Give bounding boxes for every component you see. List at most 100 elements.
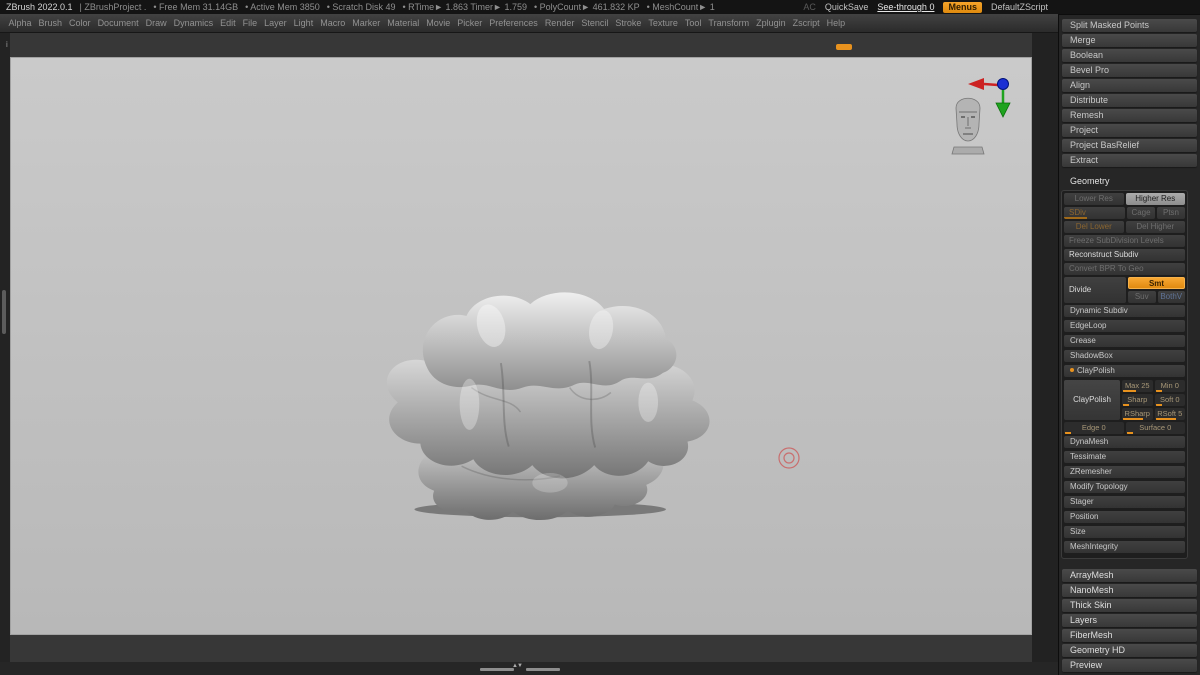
menu-alpha[interactable]: Alpha [5, 18, 35, 28]
section-position[interactable]: Position [1064, 511, 1185, 523]
menu-file[interactable]: File [239, 18, 261, 28]
menu-macro[interactable]: Macro [317, 18, 349, 28]
menu-light[interactable]: Light [290, 18, 317, 28]
menu-marker[interactable]: Marker [349, 18, 384, 28]
document-canvas[interactable] [10, 57, 1032, 635]
gizmo-x-arrow-icon [968, 78, 984, 90]
claypolish-surface-slider[interactable]: Surface 0 [1125, 422, 1185, 434]
section-size[interactable]: Size [1064, 526, 1185, 538]
section-meshintegrity[interactable]: MeshIntegrity [1064, 541, 1185, 553]
smt-toggle[interactable]: Smt [1128, 277, 1185, 289]
claypolish-max-slider[interactable]: Max 25 [1122, 380, 1153, 392]
panel-item-split-masked-points[interactable]: Split Masked Points [1062, 19, 1197, 32]
polycount-stat: • PolyCount► 461.832 KP [533, 2, 640, 12]
suv-toggle[interactable]: Suv [1128, 291, 1156, 303]
menu-movie[interactable]: Movie [423, 18, 454, 28]
claypolish-soft-slider[interactable]: Soft 0 [1154, 394, 1185, 406]
axis-gizmo[interactable] [968, 74, 1016, 120]
section-stager[interactable]: Stager [1064, 496, 1185, 508]
geometry-subpalette-header[interactable]: Geometry [1070, 175, 1197, 188]
scratch-disk-stat: • Scratch Disk 49 [326, 2, 396, 12]
left-scrollbar[interactable] [2, 290, 6, 334]
panel-item-remesh[interactable]: Remesh [1062, 109, 1197, 122]
menu-zplugin[interactable]: Zplugin [753, 18, 790, 28]
panel-item-project[interactable]: Project [1062, 124, 1197, 137]
ac-indicator: AC [803, 2, 816, 12]
higher-res-button[interactable]: Higher Res [1125, 193, 1185, 205]
menu-dynamics[interactable]: Dynamics [170, 18, 217, 28]
tool-palette-panel: Split Masked Points Merge Boolean Bevel … [1058, 14, 1200, 675]
default-zscript-button[interactable]: DefaultZScript [991, 2, 1048, 12]
menu-render[interactable]: Render [541, 18, 578, 28]
canvas-scroll-arrows-icon[interactable]: ▲▼ [512, 663, 523, 669]
panel-item-bevel-pro[interactable]: Bevel Pro [1062, 64, 1197, 77]
panel-item-nanomesh[interactable]: NanoMesh [1062, 584, 1197, 597]
menu-document[interactable]: Document [94, 18, 142, 28]
panel-item-align[interactable]: Align [1062, 79, 1197, 92]
claypolish-button[interactable]: ClayPolish [1064, 380, 1120, 420]
menu-picker[interactable]: Picker [454, 18, 486, 28]
panel-item-thick-skin[interactable]: Thick Skin [1062, 599, 1197, 612]
menu-help[interactable]: Help [823, 18, 849, 28]
menu-stencil[interactable]: Stencil [578, 18, 612, 28]
panel-item-project-basrelief[interactable]: Project BasRelief [1062, 139, 1197, 152]
bothv-toggle[interactable]: BothV [1157, 291, 1185, 303]
menu-preferences[interactable]: Preferences [486, 18, 542, 28]
section-shadowbox[interactable]: ShadowBox [1064, 350, 1185, 362]
section-claypolish[interactable]: ClayPolish [1064, 365, 1185, 377]
freeze-subdivision-button: Freeze SubDivision Levels [1064, 235, 1185, 247]
panel-item-extract[interactable]: Extract [1062, 154, 1197, 167]
menu-edit[interactable]: Edit [217, 18, 240, 28]
canvas-hscroll-right[interactable] [526, 668, 560, 671]
panel-item-fibermesh[interactable]: FiberMesh [1062, 629, 1197, 642]
menu-stroke[interactable]: Stroke [612, 18, 645, 28]
claypolish-controls: ClayPolish Max 25 Min 0 Sharp Soft 0 RSh… [1064, 380, 1185, 420]
section-crease[interactable]: Crease [1064, 335, 1185, 347]
panel-item-boolean[interactable]: Boolean [1062, 49, 1197, 62]
sculpture-model[interactable] [350, 255, 750, 530]
menu-zscript[interactable]: Zscript [789, 18, 823, 28]
section-zremesher[interactable]: ZRemesher [1064, 466, 1185, 478]
panel-item-geometry-hd[interactable]: Geometry HD [1062, 644, 1197, 657]
divide-button[interactable]: Divide [1064, 277, 1126, 303]
claypolish-sharp-slider[interactable]: Sharp [1122, 394, 1153, 406]
brush-cursor-ring [778, 447, 800, 469]
panel-item-merge[interactable]: Merge [1062, 34, 1197, 47]
section-modify-topology[interactable]: Modify Topology [1064, 481, 1185, 493]
right-tray-divider[interactable] [1032, 33, 1058, 675]
titlebar-right-controls: AC QuickSave See-through 0 Menus Default… [803, 1, 1048, 13]
panel-item-distribute[interactable]: Distribute [1062, 94, 1197, 107]
claypolish-edge-slider[interactable]: Edge 0 [1064, 422, 1124, 434]
timeline-marker[interactable] [836, 44, 852, 50]
menu-texture[interactable]: Texture [645, 18, 682, 28]
gizmo-y-arrow-icon [995, 102, 1011, 118]
claypolish-rsharp-slider[interactable]: RSharp [1122, 408, 1153, 420]
panel-item-arraymesh[interactable]: ArrayMesh [1062, 569, 1197, 582]
geometry-subpalette: Lower Res Higher Res SDiv Cage Ptsn Del … [1061, 190, 1188, 559]
panel-item-preview[interactable]: Preview [1062, 659, 1197, 672]
section-tessimate[interactable]: Tessimate [1064, 451, 1185, 463]
menus-toggle-button[interactable]: Menus [943, 1, 982, 13]
section-edgeloop[interactable]: EdgeLoop [1064, 320, 1185, 332]
ptsn-button: Ptsn [1157, 207, 1185, 219]
menu-layer[interactable]: Layer [261, 18, 291, 28]
quicksave-button[interactable]: QuickSave [825, 2, 869, 12]
claypolish-min-slider[interactable]: Min 0 [1154, 380, 1185, 392]
see-through-slider[interactable]: See-through 0 [877, 2, 934, 12]
menu-tool[interactable]: Tool [681, 18, 705, 28]
section-dynamic-subdiv[interactable]: Dynamic Subdiv [1064, 305, 1185, 317]
section-dynamesh[interactable]: DynaMesh [1064, 436, 1185, 448]
project-name-label: | ZBrushProject . [79, 2, 147, 12]
menu-color[interactable]: Color [66, 18, 95, 28]
menu-material[interactable]: Material [384, 18, 423, 28]
doc-info-marker: i [6, 40, 8, 49]
menu-transform[interactable]: Transform [705, 18, 753, 28]
canvas-hscroll-left[interactable] [480, 668, 514, 671]
reconstruct-subdiv-button[interactable]: Reconstruct Subdiv [1064, 249, 1185, 261]
claypolish-rsoft-slider[interactable]: RSoft 5 [1154, 408, 1185, 420]
panel-item-layers[interactable]: Layers [1062, 614, 1197, 627]
menu-draw[interactable]: Draw [142, 18, 170, 28]
workspace-area: i ▲▼ [0, 33, 1058, 675]
title-bar: ZBrush 2022.0.1 | ZBrushProject . • Free… [0, 0, 1200, 14]
menu-brush[interactable]: Brush [35, 18, 66, 28]
